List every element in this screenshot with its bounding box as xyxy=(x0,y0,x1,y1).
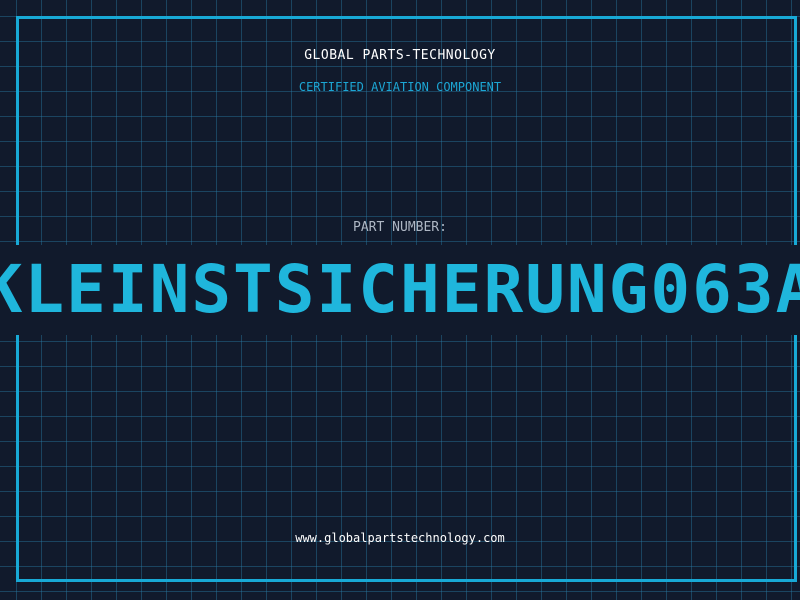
part-number-label: PART NUMBER: xyxy=(353,220,447,235)
part-number-band: KLEINSTSICHERUNG063A xyxy=(0,245,800,335)
certification-tagline: CERTIFIED AVIATION COMPONENT xyxy=(298,80,502,94)
company-name: GLOBAL PARTS-TECHNOLOGY xyxy=(304,48,496,63)
part-card: GLOBAL PARTS-TECHNOLOGY CERTIFIED AVIATI… xyxy=(0,0,800,600)
website-link[interactable]: www.globalpartstechnology.com xyxy=(0,531,800,545)
part-number-value: KLEINSTSICHERUNG063A xyxy=(0,251,800,328)
